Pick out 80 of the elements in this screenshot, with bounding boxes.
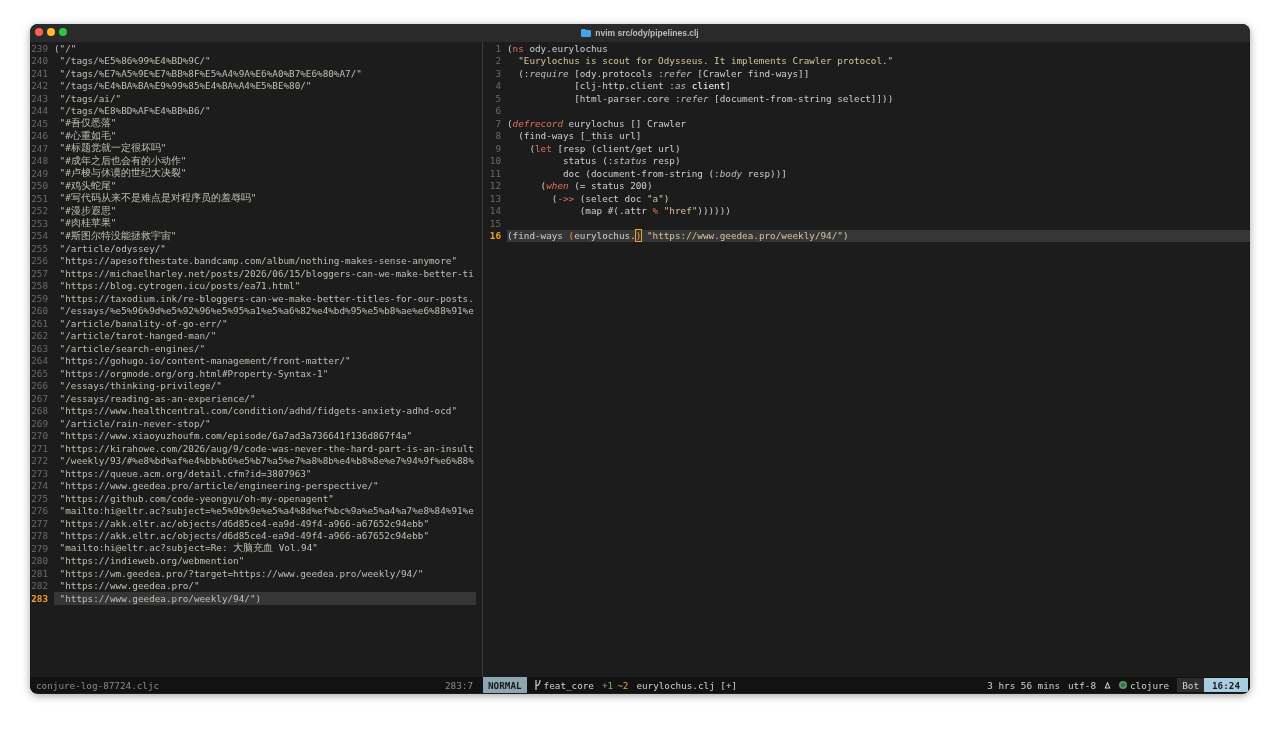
code-line: ("/" bbox=[54, 42, 77, 54]
code-line: "https://kirahowe.com/2026/aug/9/code-was-never-the-hard-part-is-an-insult bbox=[58, 442, 474, 454]
file-name: conjure-log-87724.cljc bbox=[36, 679, 160, 691]
code-line: "mailto:hi@eltr.ac?subject=Re: 大脑充血 Vol.94" bbox=[58, 542, 318, 556]
code-line: "https://michaelharley.net/posts/2026/06/15/bloggers-can-we-make-better-ti bbox=[58, 267, 474, 279]
code-line: "#卢梭与休谟的世纪大决裂" bbox=[58, 166, 187, 180]
mode-indicator: NORMAL bbox=[483, 677, 527, 693]
code-line: "#标题党就一定很坏吗" bbox=[58, 141, 167, 155]
branch-name: feat_core bbox=[543, 679, 594, 691]
added-count: +1 bbox=[601, 679, 614, 691]
code-line: "/article/tarot-hanged-man/" bbox=[58, 330, 217, 342]
changed-count: ~2 bbox=[617, 679, 629, 691]
code-line: (when (= status 200) bbox=[539, 180, 653, 192]
code-line: "https://blog.cytrogen.icu/posts/ea71.html" bbox=[58, 280, 301, 292]
code-line: "#写代码从来不是难点是对程序员的羞辱吗" bbox=[58, 191, 257, 205]
code-line: "https://github.com/code-yeongyu/oh-my-openagent" bbox=[58, 492, 334, 504]
code-line: "https://taxodium.ink/re-bloggers-can-we-make-better-titles-for-our-posts. bbox=[58, 292, 474, 304]
minimize-button[interactable] bbox=[47, 28, 55, 36]
clock: 16:24 bbox=[1204, 678, 1248, 692]
code-line: "#心重如毛" bbox=[58, 128, 117, 142]
code-line: "https://wm.geedea.pro/?target=https://www.geedea.pro/weekly/94/" bbox=[58, 567, 424, 579]
folder-icon bbox=[581, 29, 592, 37]
code-line: (map #(.attr % "href")))))) bbox=[578, 205, 731, 217]
code-line: "https://queue.acm.org/detail.cfm?id=3807963" bbox=[58, 467, 312, 479]
window-title: nvim src/ody/pipelines.clj bbox=[595, 28, 699, 38]
cursor-position: 283:7 bbox=[445, 679, 473, 691]
line-number: 283 bbox=[30, 592, 54, 605]
code-line: "#成年之后也会有的小动作" bbox=[58, 153, 187, 167]
code-line: "#斯图尔特没能拯救宇宙" bbox=[58, 228, 177, 243]
code-line: (->> (select doc "a") bbox=[550, 192, 670, 204]
code-line: "https://www.geedea.pro/" bbox=[58, 580, 200, 592]
code-line: "mailto:hi@eltr.ac?subject=%e5%9b%9e%e5%a4%8d%ef%bc%9a%e5%a4%a7%e8%84%91%e bbox=[58, 505, 474, 517]
code-line: "/essays/thinking-privilege/" bbox=[58, 380, 222, 392]
code-line: "/tags/ai/" bbox=[58, 92, 122, 104]
code-line: (ns ody.eurylochus bbox=[507, 42, 608, 54]
code-line: "https://indieweb.org/webmention" bbox=[58, 555, 245, 567]
code-line: "https://www.xiaoyuzhoufm.com/episode/6a7ad3a736641f136d867f4a" bbox=[58, 430, 413, 442]
code-line: "https://www.geedea.pro/article/engineering-perspective/" bbox=[58, 480, 379, 492]
code-line: doc (document-from-string (:body resp))] bbox=[561, 167, 787, 179]
code-line: "https://akk.eltr.ac/objects/d6d85ce4-ea9d-49f4-a966-a67652c94ebb" bbox=[58, 517, 429, 529]
code-line: (:require [ody.protocols :refer [Crawler find-ways]] bbox=[517, 67, 810, 79]
branch-icon bbox=[534, 680, 541, 690]
code-line: "#漫步遐思" bbox=[58, 203, 117, 217]
code-line: (find-ways [_this url] bbox=[517, 130, 642, 142]
encoding: utf-8 bbox=[1068, 679, 1096, 691]
code-line: (defrecord eurylochus [] Crawler bbox=[507, 117, 687, 129]
code-line: "#鸡头蛇尾" bbox=[58, 178, 117, 192]
code-line: "/weekly/93/#%e8%bd%af%e4%bb%b6%e5%b7%a5%e7%a8%8b%e4%b8%8e%e7%94%9f%e6%88% bbox=[58, 455, 474, 467]
code-line: "/tags/%E5%86%99%E4%BD%9C/" bbox=[58, 55, 211, 67]
code-line: "/essays/reading-as-an-experience/" bbox=[58, 392, 256, 404]
triangle-icon bbox=[1104, 681, 1111, 689]
code-line: "Eurylochus is scout for Odysseus. It implements Crawler protocol." bbox=[517, 55, 894, 67]
code-line: "https://orgmode.org/org.html#Property-Syntax-1" bbox=[58, 367, 329, 379]
code-line: "/tags/%E7%A5%9E%E7%BB%8F%E5%A4%9A%E6%A0%B7%E6%80%A7/" bbox=[58, 67, 362, 79]
code-line: "https://akk.eltr.ac/objects/d6d85ce4-ea9d-49f4-a966-a67652c94ebb" bbox=[58, 530, 429, 542]
code-line: "https://apesofthestate.bandcamp.com/album/nothing-makes-sense-anymore" bbox=[58, 255, 457, 267]
code-line: (find-ways (eurylochus.) "https://www.geedea.pro/weekly/94/") bbox=[507, 230, 849, 242]
close-button[interactable] bbox=[35, 28, 43, 36]
code-line: [html-parser.core :refer [document-from-string select]])) bbox=[573, 92, 894, 104]
code-line: "/tags/%E8%BD%AF%E4%BB%B6/" bbox=[58, 105, 211, 117]
code-line: "/essays/%e5%96%9d%e5%92%96%e5%95%a1%e5%a6%82%e4%bd%95%e5%b8%ae%e6%88%91%e bbox=[58, 305, 474, 317]
code-line: "#肉桂苹果" bbox=[58, 216, 117, 230]
code-line: (let [resp (client/get url) bbox=[528, 142, 681, 154]
code-line: "/article/banality-of-go-err/" bbox=[58, 317, 228, 329]
code-line: status (:status resp) bbox=[561, 155, 681, 167]
code-line: "/tags/%E4%BA%BA%E9%99%85%E4%BA%A4%E5%BE%80/" bbox=[58, 80, 312, 92]
zoom-button[interactable] bbox=[59, 28, 67, 36]
logo-icon bbox=[1119, 681, 1127, 689]
code-line: [clj-http.client :as client] bbox=[573, 80, 731, 92]
file-type: clojure bbox=[1130, 679, 1170, 691]
code-line: "/article/rain-never-stop/" bbox=[58, 417, 211, 429]
scroll-position: Bot bbox=[1177, 678, 1204, 692]
code-line: "https://www.healthcentral.com/condition/adhd/fidgets-anxiety-adhd-ocd" bbox=[58, 405, 457, 417]
file-name: eurylochus.clj [+] bbox=[636, 679, 738, 691]
elapsed-time: 3 hrs 56 mins bbox=[987, 679, 1060, 691]
code-line: "#吾仅悉落" bbox=[58, 117, 117, 130]
code-line: "https://gohugo.io/content-management/front-matter/" bbox=[58, 355, 351, 367]
code-line: "/article/search-engines/" bbox=[58, 342, 206, 354]
code-line: "/article/odyssey/" bbox=[58, 242, 166, 254]
code-line: "https://www.geedea.pro/weekly/94/") bbox=[58, 592, 262, 604]
